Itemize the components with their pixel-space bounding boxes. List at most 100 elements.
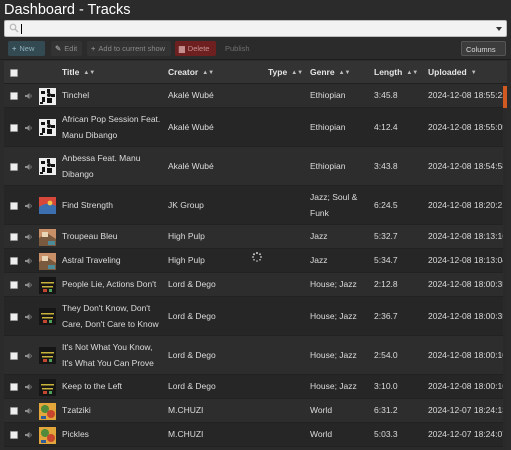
row-checkbox[interactable]: [10, 233, 18, 241]
columns-button[interactable]: Columns: [461, 41, 506, 67]
speaker-icon[interactable]: [25, 313, 33, 321]
album-art: [39, 347, 56, 364]
table-row[interactable]: Troupeau Bleu High Pulp Jazz 5:32.7 2024-12-…: [4, 225, 507, 249]
scrollbar-track[interactable]: [503, 85, 507, 450]
row-checkbox[interactable]: [10, 92, 18, 100]
row-checkbox[interactable]: [10, 312, 18, 321]
cell-uploaded: 2024-12-08 18:20:21: [428, 199, 507, 210]
header-title[interactable]: Title ▲▼: [62, 67, 95, 77]
album-art: [39, 308, 56, 325]
album-art: [39, 87, 56, 105]
speaker-icon[interactable]: [25, 92, 33, 100]
cell-uploaded: 2024-12-08 18:13:16: [428, 231, 507, 242]
cell-title-line: It's Not What You Know,: [62, 342, 153, 352]
table-row[interactable]: Anbessa Feat. Manu Dibango Akalé Wubé Ethio…: [4, 147, 507, 186]
table-row[interactable]: It's Not What You Know, It's What You Can…: [4, 336, 507, 375]
header-length[interactable]: Length ▲▼: [374, 67, 418, 77]
cell-creator: High Pulp: [168, 255, 205, 266]
row-checkbox[interactable]: [10, 351, 18, 360]
album-art: [39, 276, 56, 294]
cell-genre-line: Jazz; Soul &: [310, 192, 358, 202]
speaker-icon[interactable]: [25, 257, 33, 265]
table-row[interactable]: Pickles M.CHUZI World 5:03.3 2024-12-07 18:2…: [4, 423, 507, 447]
speaker-icon[interactable]: [25, 407, 33, 415]
cell-creator: Lord & Dego: [168, 349, 216, 360]
cell-genre-line: World: [310, 429, 333, 440]
edit-button[interactable]: ✎ Edit: [51, 41, 82, 56]
cell-length: 5:32.7: [374, 231, 398, 242]
cell-title-line: Keep to the Left: [62, 381, 123, 392]
table-row[interactable]: Tzatziki M.CHUZI World 6:31.2 2024-12-07 18:…: [4, 399, 507, 423]
table-row[interactable]: Keep to the Left Lord & Dego House; Jazz 3:…: [4, 375, 507, 399]
cell-creator: M.CHUZI: [168, 405, 204, 416]
delete-button[interactable]: ▆ Delete: [175, 41, 216, 56]
select-all-checkbox[interactable]: [10, 69, 18, 77]
album-art: [39, 252, 56, 270]
cell-genre-line: House; Jazz: [310, 381, 357, 392]
header-type[interactable]: Type ▲▼: [268, 67, 303, 77]
cell-uploaded: 2024-12-08 18:00:35: [428, 310, 507, 321]
text-cursor: [21, 24, 22, 34]
row-checkbox[interactable]: [10, 383, 18, 391]
cell-title-line: Tzatziki: [62, 405, 91, 416]
header-uploaded[interactable]: Uploaded ▼: [428, 67, 477, 77]
cell-genre-line: World: [310, 405, 333, 416]
publish-button[interactable]: Publish: [221, 41, 255, 56]
cell-title-line: Tinchel: [62, 90, 90, 101]
row-checkbox[interactable]: [10, 407, 18, 415]
speaker-icon[interactable]: [25, 431, 33, 439]
cell-creator: Akalé Wubé: [168, 121, 214, 132]
cell-uploaded: 2024-12-08 18:55:05: [428, 121, 507, 132]
cell-title-line: Dibango: [62, 168, 94, 179]
cell-length: 5:34.7: [374, 255, 398, 266]
album-art: [39, 378, 56, 396]
row-checkbox[interactable]: [10, 201, 18, 210]
row-checkbox[interactable]: [10, 123, 18, 132]
speaker-icon[interactable]: [25, 281, 33, 289]
row-checkbox[interactable]: [10, 162, 18, 171]
cell-uploaded: 2024-12-07 18:24:07: [428, 429, 507, 440]
plus-icon: +: [12, 44, 17, 53]
cell-title-line: It's What You Can Prove: [62, 357, 154, 368]
speaker-icon[interactable]: [25, 233, 33, 241]
cell-uploaded: 2024-12-08 18:00:35: [428, 279, 507, 290]
speaker-icon[interactable]: [25, 383, 33, 391]
add-to-show-button[interactable]: + Add to current show: [87, 41, 171, 56]
cell-genre-line: Jazz: [310, 255, 328, 266]
cell-length: 3:45.8: [374, 90, 398, 101]
row-checkbox[interactable]: [10, 257, 18, 265]
table-row[interactable]: African Pop Session Feat. Manu Dibango Aka…: [4, 108, 507, 147]
header-genre[interactable]: Genre ▲▼: [310, 67, 350, 77]
plus-icon: +: [91, 44, 96, 53]
cell-length: 6:24.5: [374, 199, 398, 210]
cell-title-line: African Pop Session Feat.: [62, 114, 161, 124]
speaker-icon[interactable]: [25, 352, 33, 360]
scrollbar-thumb[interactable]: [503, 86, 507, 108]
sort-arrows-icon: ▲▼: [202, 70, 215, 76]
cell-genre-line: House; Jazz: [310, 279, 357, 290]
album-art: [39, 426, 56, 444]
album-art: [39, 197, 56, 214]
new-button[interactable]: + New: [8, 41, 45, 56]
table-row[interactable]: People Lie, Actions Don't Lord & Dego Hous…: [4, 273, 507, 297]
speaker-icon[interactable]: [25, 163, 33, 171]
cell-creator: High Pulp: [168, 231, 205, 242]
cell-title-line: Anbessa Feat. Manu: [62, 153, 141, 163]
cell-length: 2:36.7: [374, 310, 398, 321]
search-dropdown-icon[interactable]: [496, 27, 502, 31]
row-checkbox[interactable]: [10, 431, 18, 439]
row-checkbox[interactable]: [10, 281, 18, 289]
search-icon: [9, 23, 19, 33]
cell-length: 5:03.3: [374, 429, 398, 440]
speaker-icon[interactable]: [25, 124, 33, 132]
sort-desc-icon: ▼: [470, 70, 477, 76]
header-creator[interactable]: Creator ▲▼: [168, 67, 214, 77]
search-input[interactable]: [4, 20, 507, 37]
table-row[interactable]: Tinchel Akalé Wubé Ethiopian 3:45.8 2024-12-…: [4, 84, 507, 108]
cell-genre-line: House; Jazz: [310, 349, 357, 360]
speaker-icon[interactable]: [25, 202, 33, 210]
album-art: [39, 402, 56, 420]
cell-title-line: Astral Traveling: [62, 255, 121, 266]
table-row[interactable]: Find Strength JK Group Jazz; Soul & Funk 6:2…: [4, 186, 507, 225]
table-row[interactable]: They Don't Know, Don't Care, Don't Care t…: [4, 297, 507, 336]
